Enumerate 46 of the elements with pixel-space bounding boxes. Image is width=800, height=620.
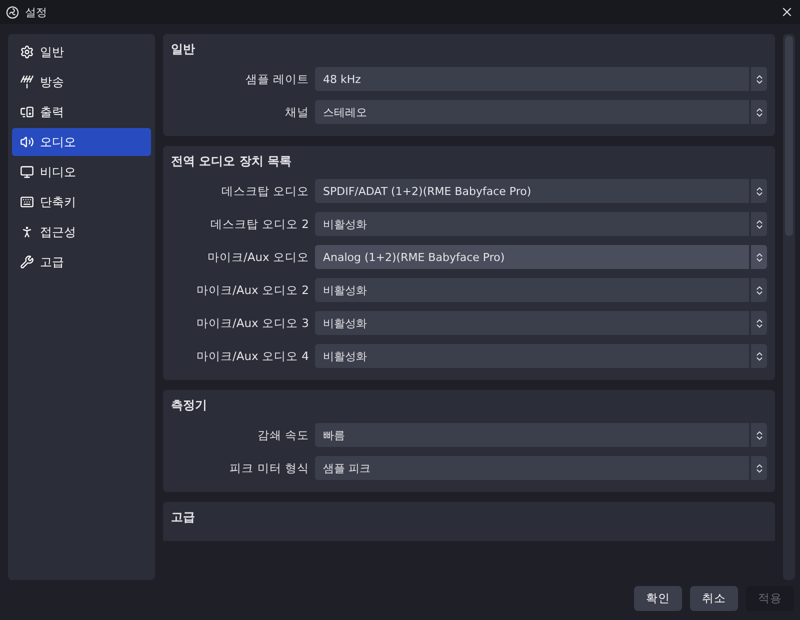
- field-label: 마이크/Aux 오디오: [206, 250, 309, 264]
- monitor-icon: [20, 165, 34, 179]
- keyboard-icon: [20, 195, 34, 209]
- sidebar-item[interactable]: 일반: [12, 38, 151, 66]
- sidebar-item[interactable]: 단축키: [12, 188, 151, 216]
- section-title: 고급: [171, 508, 196, 526]
- field-label: 채널: [284, 104, 309, 120]
- section-title: 일반: [171, 40, 196, 58]
- dropdown[interactable]: 48 kHz: [315, 67, 767, 91]
- field-label: 데스크탑 오디오 2: [209, 216, 309, 232]
- sidebar-item[interactable]: 오디오: [12, 128, 151, 156]
- dropdown[interactable]: 비활성화: [315, 212, 767, 236]
- window-title: 설정: [25, 4, 48, 20]
- close-icon[interactable]: [780, 5, 794, 19]
- dropdown[interactable]: 빠름: [315, 423, 767, 447]
- antenna-icon: [20, 75, 34, 89]
- section-title: 전역 오디오 장치 목록: [171, 152, 293, 170]
- speaker-icon: [20, 135, 34, 149]
- scrollbar[interactable]: [783, 34, 795, 580]
- dropdown[interactable]: SPDIF/ADAT (1+2)(RME Babyface Pro): [315, 179, 767, 203]
- sidebar-item[interactable]: 비디오: [12, 158, 151, 186]
- dialog-button[interactable]: 취소: [690, 586, 738, 610]
- dropdown[interactable]: 비활성화: [315, 344, 767, 368]
- field-label: 마이크/Aux 오디오 4: [196, 348, 309, 364]
- dropdown[interactable]: Analog (1+2)(RME Babyface Pro): [315, 245, 767, 269]
- field-label: 감쇄 속도: [256, 428, 309, 442]
- sidebar-item[interactable]: 접근성: [12, 218, 151, 246]
- screen-icon: [20, 105, 34, 119]
- section-title: 측정기: [171, 396, 208, 414]
- sidebar-item[interactable]: 고급: [12, 248, 151, 276]
- dropdown[interactable]: 비활성화: [315, 311, 767, 335]
- dropdown[interactable]: 스테레오: [315, 100, 767, 124]
- dialog-button[interactable]: 확인: [634, 586, 682, 610]
- app-logo-icon: [6, 6, 19, 18]
- sidebar-item[interactable]: 방송: [12, 68, 151, 96]
- gear-icon: [20, 45, 34, 59]
- accessibility-icon: [20, 225, 34, 239]
- field-label: 피크 미터 형식: [228, 460, 309, 476]
- field-label: 마이크/Aux 오디오 3: [196, 316, 309, 330]
- field-label: 데스크탑 오디오: [220, 184, 309, 198]
- sidebar-item[interactable]: 출력: [12, 98, 151, 126]
- field-label: 마이크/Aux 오디오 2: [196, 282, 309, 298]
- dropdown[interactable]: 샘플 피크: [315, 456, 767, 480]
- tools-icon: [20, 255, 34, 269]
- field-label: 샘플 레이트: [244, 72, 309, 86]
- dropdown[interactable]: 비활성화: [315, 278, 767, 302]
